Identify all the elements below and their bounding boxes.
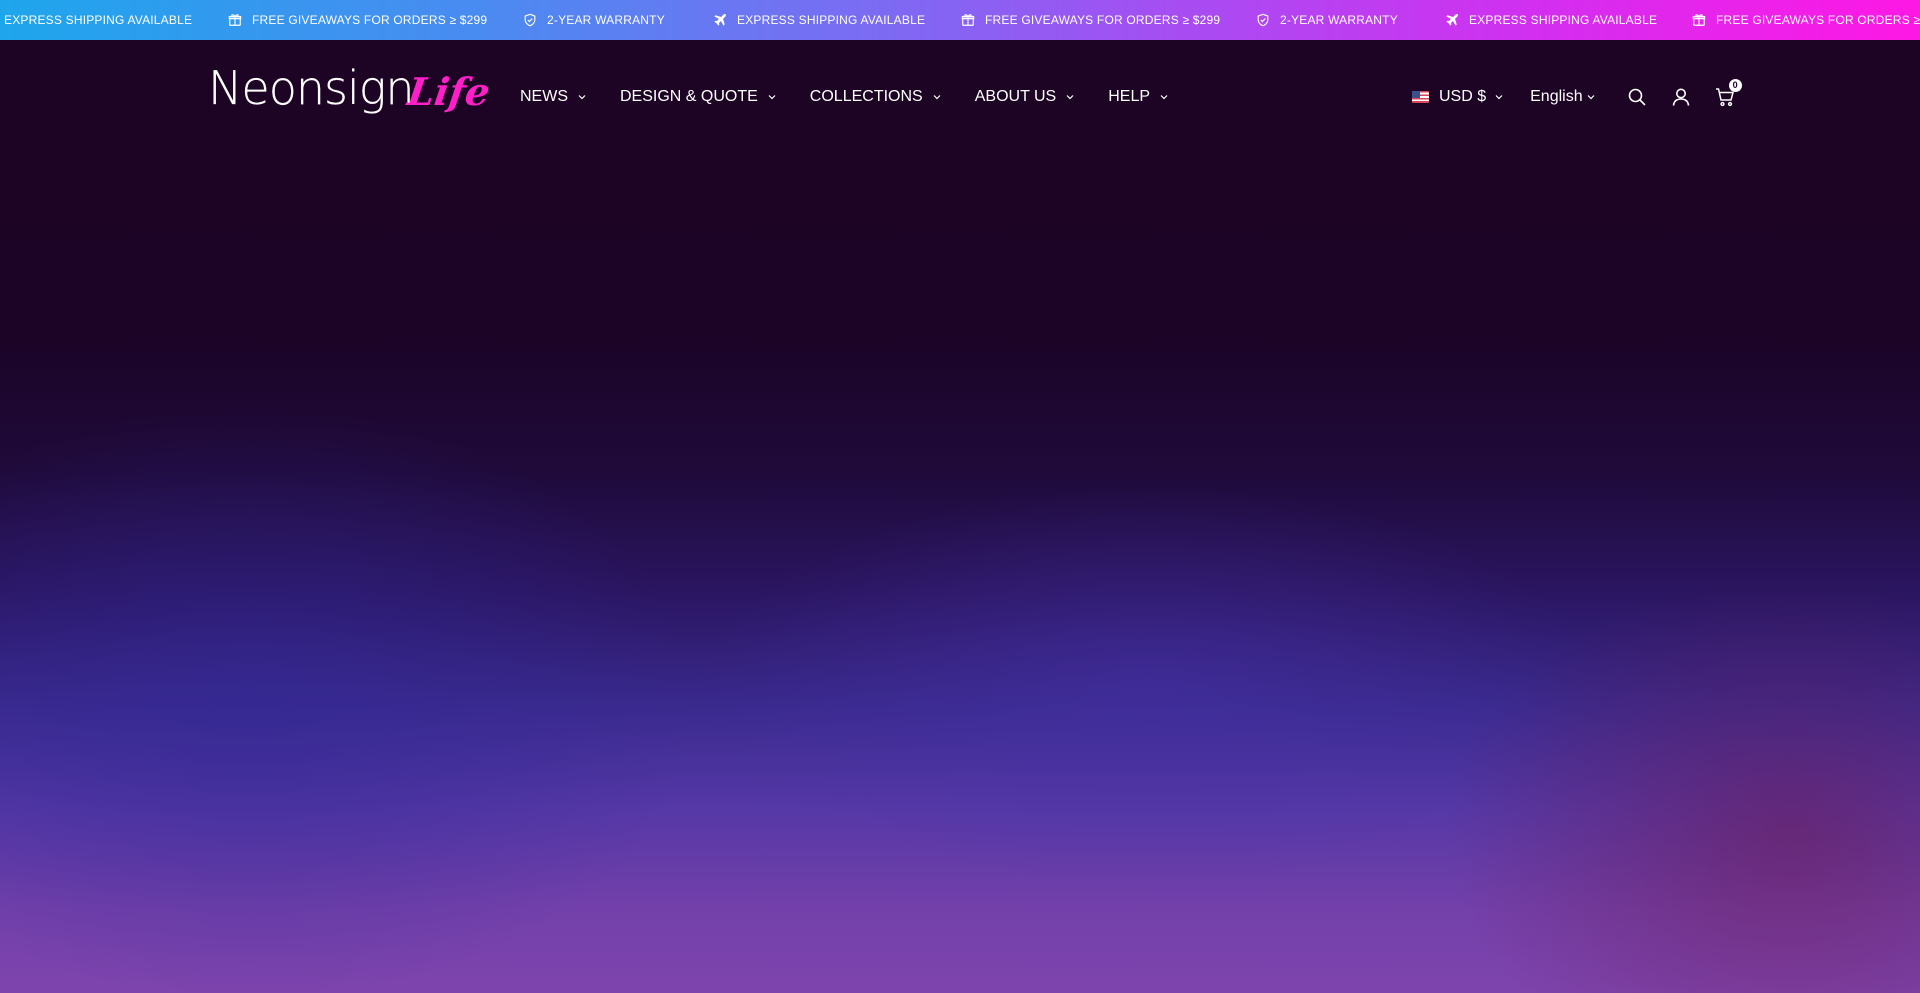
gift-icon — [961, 14, 975, 26]
chevron-down-icon — [933, 94, 941, 99]
search-button[interactable] — [1626, 86, 1648, 108]
announcement-text: EXPRESS SHIPPING AVAILABLE — [737, 13, 926, 27]
nav-item-about-us[interactable]: ABOUT US — [975, 88, 1076, 106]
chevron-down-icon — [1066, 94, 1074, 99]
announcement-text: 2-YEAR WARRANTY — [1280, 13, 1398, 27]
announcement-item: EXPRESS SHIPPING AVAILABLE — [1445, 0, 1657, 40]
cart-count-badge: 0 — [1728, 78, 1742, 92]
currency-label: USD $ — [1439, 87, 1487, 105]
nav-item-label: ABOUT US — [974, 87, 1057, 105]
announcement-text: FREE GIVEAWAYS FOR ORDERS ≥ $299 — [985, 13, 1221, 27]
nav-item-news[interactable]: NEWS — [520, 88, 587, 106]
announcement-item: FREE GIVEAWAYS FOR ORDERS ≥ $29 — [1692, 0, 1920, 40]
announcement-text: EXPRESS SHIPPING AVAILABLE — [4, 13, 193, 27]
announcement-text: EXPRESS SHIPPING AVAILABLE — [1469, 13, 1658, 27]
announcement-text: FREE GIVEAWAYS FOR ORDERS ≥ $299 — [252, 13, 488, 27]
announcement-bar: EXPRESS SHIPPING AVAILABLE FREE GIVEAWAY… — [0, 0, 1920, 40]
search-icon — [1628, 88, 1646, 106]
announcement-text: FREE GIVEAWAYS FOR ORDERS ≥ $29 — [1716, 13, 1920, 27]
account-button[interactable] — [1670, 86, 1692, 108]
chevron-down-icon — [578, 94, 586, 99]
announcement-item: FREE GIVEAWAYS FOR ORDERS ≥ $299 — [961, 0, 1220, 40]
announcement-item: FREE GIVEAWAYS FOR ORDERS ≥ $299 — [228, 0, 487, 40]
shield-check-icon — [1257, 13, 1269, 27]
chevron-down-icon — [1160, 94, 1168, 99]
user-icon — [1672, 88, 1689, 106]
cart-button[interactable]: 0 — [1714, 78, 1742, 108]
gift-icon — [228, 14, 242, 26]
announcement-item: EXPRESS SHIPPING AVAILABLE — [713, 0, 925, 40]
language-selector[interactable]: English — [1530, 88, 1595, 106]
nav-item-collections[interactable]: COLLECTIONS — [810, 88, 942, 106]
announcement-item: 2-YEAR WARRANTY — [523, 0, 665, 40]
plane-icon — [714, 14, 726, 26]
currency-selector[interactable]: USD $ — [1412, 88, 1504, 106]
plane-icon — [1446, 14, 1458, 26]
announcement-item: 2-YEAR WARRANTY — [1256, 0, 1398, 40]
announcement-text: 2-YEAR WARRANTY — [547, 13, 665, 27]
nav-item-label: COLLECTIONS — [809, 87, 923, 105]
chevron-down-icon — [1495, 94, 1503, 99]
hero-banner — [0, 153, 1920, 993]
main-nav: NEWS DESIGN & QUOTE COLLECTIONS ABOUT US… — [520, 40, 1202, 153]
language-label: English — [1530, 87, 1583, 105]
header-tools: USD $ English 0 — [1412, 40, 1742, 153]
nav-item-label: HELP — [1108, 87, 1151, 105]
nav-item-help[interactable]: HELP — [1108, 88, 1169, 106]
hero-glow — [700, 483, 1600, 883]
site-header: Neonsign Life NEWS DESIGN & QUOTE COLLEC… — [0, 40, 1920, 153]
announcement-item: EXPRESS SHIPPING AVAILABLE — [4, 0, 192, 40]
gift-icon — [1692, 14, 1706, 26]
shield-check-icon — [524, 13, 536, 27]
nav-item-label: NEWS — [520, 87, 568, 105]
logo-accent: Life — [404, 69, 493, 114]
chevron-down-icon — [1587, 94, 1595, 99]
nav-item-design-quote[interactable]: DESIGN & QUOTE — [620, 88, 777, 106]
nav-item-label: DESIGN & QUOTE — [620, 87, 758, 105]
logo-wordmark: Neonsign — [208, 61, 415, 115]
site-logo[interactable]: Neonsign Life — [208, 61, 493, 128]
us-flag-icon — [1412, 90, 1429, 103]
chevron-down-icon — [768, 94, 776, 99]
